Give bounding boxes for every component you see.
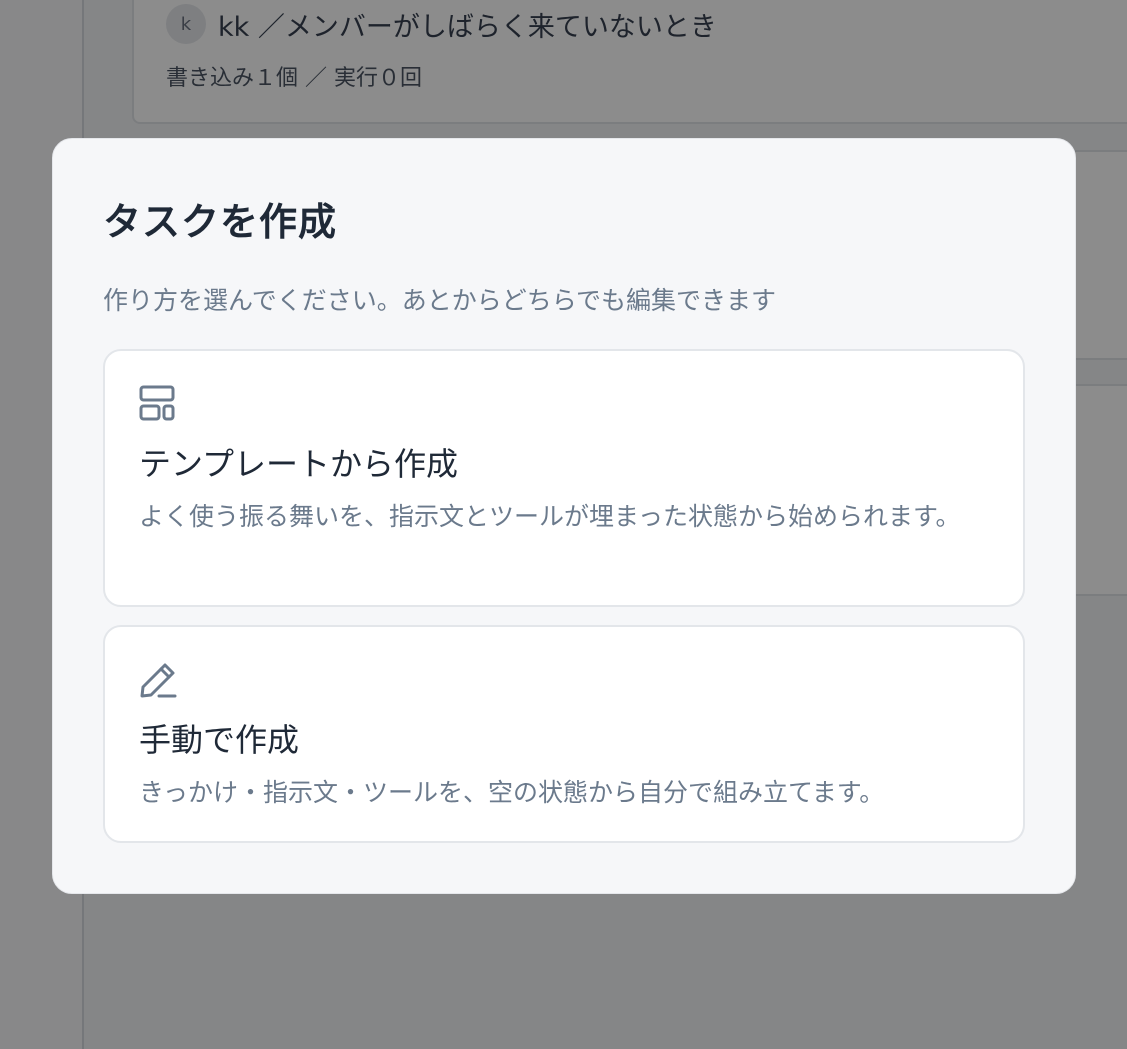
option-description: よく使う振る舞いを、指示文とツールが埋まった状態から始められます。 bbox=[139, 502, 961, 531]
option-description: きっかけ・指示文・ツールを、空の状態から自分で組み立てます。 bbox=[139, 778, 885, 807]
option-title: テンプレートから作成 bbox=[139, 445, 459, 483]
create-manually-option[interactable]: 手動で作成 きっかけ・指示文・ツールを、空の状態から自分で組み立てます。 bbox=[103, 625, 1025, 843]
create-task-dialog: タスクを作成 作り方を選んでください。あとからどちらでも編集できます テンプレー… bbox=[52, 138, 1076, 894]
dialog-subtitle: 作り方を選んでください。あとからどちらでも編集できます bbox=[103, 286, 777, 315]
template-layout-icon bbox=[139, 385, 175, 421]
pencil-icon bbox=[139, 661, 177, 698]
create-from-template-option[interactable]: テンプレートから作成 よく使う振る舞いを、指示文とツールが埋まった状態から始めら… bbox=[103, 349, 1025, 607]
option-title: 手動で作成 bbox=[139, 721, 300, 759]
page: k kk ／メンバーがしばらく来ていないとき 書き込み１個 ／ 実行０回 タスク… bbox=[0, 0, 1127, 1049]
dialog-title: タスクを作成 bbox=[103, 200, 338, 244]
